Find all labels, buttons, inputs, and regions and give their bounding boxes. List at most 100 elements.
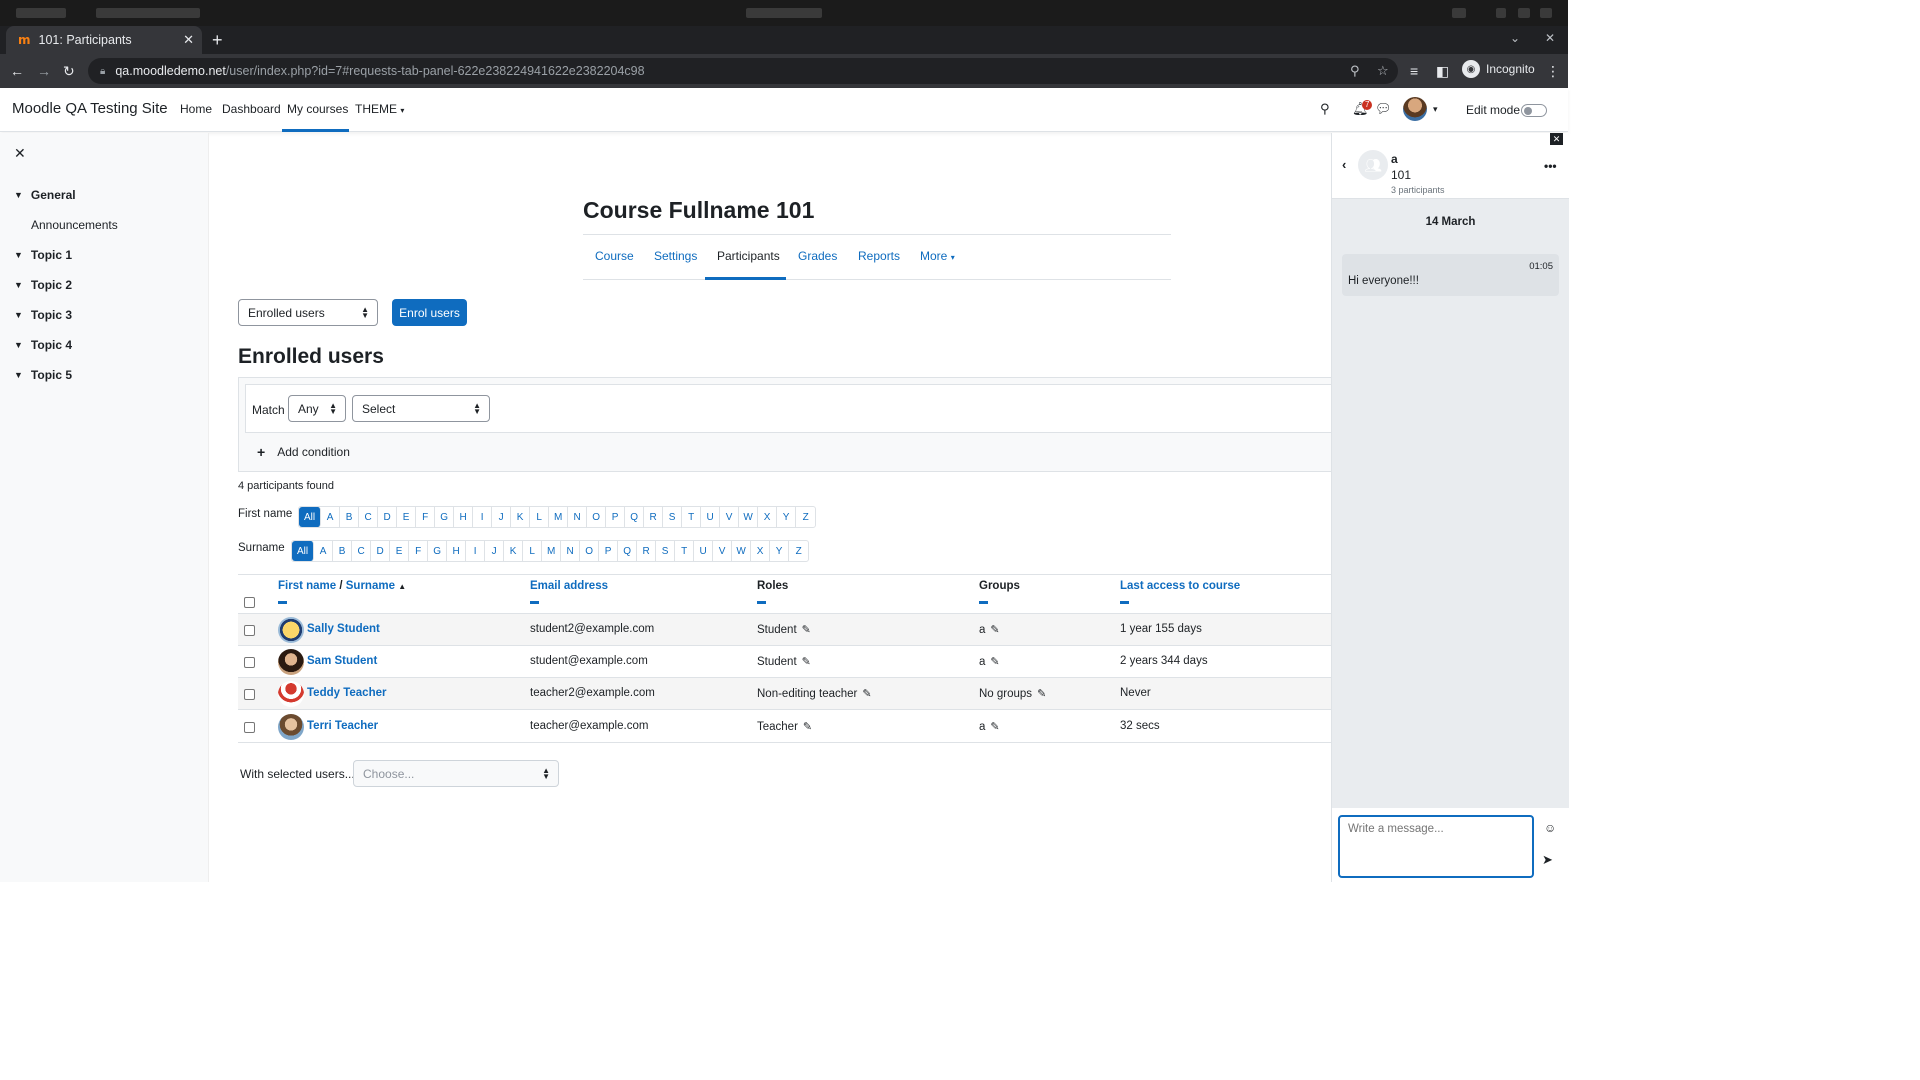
firstname-initial-d[interactable]: D — [378, 507, 398, 527]
drawer-item-announcements[interactable]: Announcements — [31, 218, 118, 232]
address-bar[interactable]: 🔒︎ qa.moodledemo.net/user/index.php?id=7… — [88, 58, 1398, 84]
participant-name-link[interactable]: Sam Student — [307, 655, 377, 667]
firstname-initial-a[interactable]: A — [321, 507, 341, 527]
row-checkbox[interactable] — [244, 625, 255, 636]
edit-pencil-icon[interactable]: ✎ — [802, 623, 811, 636]
tab-more[interactable]: More ▾ — [920, 249, 955, 263]
edit-pencil-icon[interactable]: ✎ — [803, 720, 812, 733]
firstname-initial-t[interactable]: T — [682, 507, 702, 527]
side-panel-icon[interactable]: ◧ — [1436, 62, 1449, 80]
surname-initial-d[interactable]: D — [371, 541, 391, 561]
tab-participants[interactable]: Participants — [717, 249, 780, 263]
participant-name-link[interactable]: Terri Teacher — [307, 720, 378, 732]
match-type-select[interactable]: Any ▲ ▼ — [288, 395, 346, 422]
surname-initial-h[interactable]: H — [447, 541, 467, 561]
sort-email-link[interactable]: Email address — [530, 580, 608, 592]
emoji-icon[interactable]: ☺ — [1544, 821, 1556, 835]
section-topic-5[interactable]: ▼ Topic 5 — [14, 368, 72, 382]
row-checkbox[interactable] — [244, 657, 255, 668]
participant-name-link[interactable]: Sally Student — [307, 623, 380, 635]
section-topic-4[interactable]: ▼ Topic 4 — [14, 338, 72, 352]
window-close-icon[interactable]: ✕ — [1545, 31, 1555, 45]
surname-initial-r[interactable]: R — [637, 541, 657, 561]
participant-name-link[interactable]: Teddy Teacher — [307, 687, 386, 699]
edit-pencil-icon[interactable]: ✎ — [802, 655, 811, 668]
surname-initial-j[interactable]: J — [485, 541, 505, 561]
bulk-action-select[interactable]: Choose... ▲ ▼ — [353, 760, 559, 787]
firstname-initial-z[interactable]: Z — [796, 507, 815, 527]
incognito-indicator[interactable]: ◉ Incognito — [1462, 60, 1535, 78]
browser-tab[interactable]: m 101: Participants ✕ — [6, 26, 202, 54]
surname-initial-t[interactable]: T — [675, 541, 695, 561]
surname-initial-f[interactable]: F — [409, 541, 429, 561]
surname-initial-i[interactable]: I — [466, 541, 486, 561]
site-name[interactable]: Moodle QA Testing Site — [12, 100, 168, 117]
surname-initial-p[interactable]: P — [599, 541, 619, 561]
firstname-initial-j[interactable]: J — [492, 507, 512, 527]
user-avatar[interactable] — [1403, 97, 1427, 121]
surname-initial-o[interactable]: O — [580, 541, 600, 561]
firstname-initial-m[interactable]: M — [549, 507, 569, 527]
edit-pencil-icon[interactable]: ✎ — [990, 623, 999, 636]
firstname-initial-u[interactable]: U — [701, 507, 721, 527]
reload-icon[interactable]: ↻ — [63, 62, 75, 80]
firstname-initial-g[interactable]: G — [435, 507, 455, 527]
surname-initial-s[interactable]: S — [656, 541, 676, 561]
nav-theme[interactable]: THEME ▾ — [355, 102, 404, 116]
tab-course[interactable]: Course — [595, 249, 634, 263]
edit-pencil-icon[interactable]: ✎ — [862, 687, 871, 700]
section-general[interactable]: ▼ General — [14, 188, 76, 202]
sort-surname-link[interactable]: Surname — [346, 580, 395, 592]
tab-search-chevron-icon[interactable]: ⌄ — [1510, 31, 1520, 45]
firstname-initial-n[interactable]: N — [568, 507, 588, 527]
tab-close-icon[interactable]: ✕ — [183, 32, 194, 48]
media-icon[interactable]: ≡ — [1410, 62, 1418, 80]
surname-initial-all[interactable]: All — [292, 541, 315, 561]
add-condition-button[interactable]: + Add condition — [257, 444, 350, 460]
surname-initial-g[interactable]: G — [428, 541, 448, 561]
firstname-initial-f[interactable]: F — [416, 507, 436, 527]
back-icon[interactable]: ← — [10, 62, 24, 80]
more-options-icon[interactable]: ••• — [1544, 159, 1557, 173]
firstname-initial-s[interactable]: S — [663, 507, 683, 527]
close-drawer-icon[interactable]: ✕ — [1550, 133, 1563, 145]
surname-initial-e[interactable]: E — [390, 541, 410, 561]
surname-initial-a[interactable]: A — [314, 541, 334, 561]
tab-reports[interactable]: Reports — [858, 249, 900, 263]
send-icon[interactable]: ➤ — [1542, 852, 1553, 868]
tab-grades[interactable]: Grades — [798, 249, 837, 263]
surname-initial-m[interactable]: M — [542, 541, 562, 561]
surname-initial-x[interactable]: X — [751, 541, 771, 561]
firstname-initial-i[interactable]: I — [473, 507, 493, 527]
close-drawer-icon[interactable]: ✕ — [14, 145, 26, 162]
nav-home[interactable]: Home — [180, 102, 212, 116]
surname-initial-z[interactable]: Z — [789, 541, 808, 561]
bookmark-star-icon[interactable]: ☆ — [1377, 63, 1389, 79]
enrol-users-button[interactable]: Enrol users — [392, 299, 467, 326]
messages-icon[interactable]: 💬︎ — [1375, 101, 1392, 117]
row-checkbox[interactable] — [244, 689, 255, 700]
surname-initial-k[interactable]: K — [504, 541, 524, 561]
forward-icon[interactable]: → — [37, 62, 51, 80]
zoom-icon[interactable]: ⚲ — [1350, 63, 1360, 79]
firstname-initial-q[interactable]: Q — [625, 507, 645, 527]
filter-type-select[interactable]: Select ▲ ▼ — [352, 395, 490, 422]
nav-my-courses[interactable]: My courses — [287, 102, 348, 116]
firstname-initial-b[interactable]: B — [340, 507, 360, 527]
hide-column-icon[interactable] — [1120, 601, 1129, 604]
edit-pencil-icon[interactable]: ✎ — [990, 655, 999, 668]
hide-column-icon[interactable] — [278, 601, 287, 604]
surname-initial-v[interactable]: V — [713, 541, 733, 561]
edit-pencil-icon[interactable]: ✎ — [990, 720, 999, 733]
firstname-initial-c[interactable]: C — [359, 507, 379, 527]
firstname-initial-k[interactable]: K — [511, 507, 531, 527]
section-topic-3[interactable]: ▼ Topic 3 — [14, 308, 72, 322]
firstname-initial-p[interactable]: P — [606, 507, 626, 527]
hide-column-icon[interactable] — [979, 601, 988, 604]
firstname-initial-y[interactable]: Y — [777, 507, 797, 527]
browser-menu-icon[interactable]: ⋮ — [1546, 62, 1560, 80]
surname-initial-u[interactable]: U — [694, 541, 714, 561]
user-menu-chevron-icon[interactable]: ▾ — [1433, 104, 1438, 115]
row-checkbox[interactable] — [244, 722, 255, 733]
firstname-initial-w[interactable]: W — [739, 507, 759, 527]
